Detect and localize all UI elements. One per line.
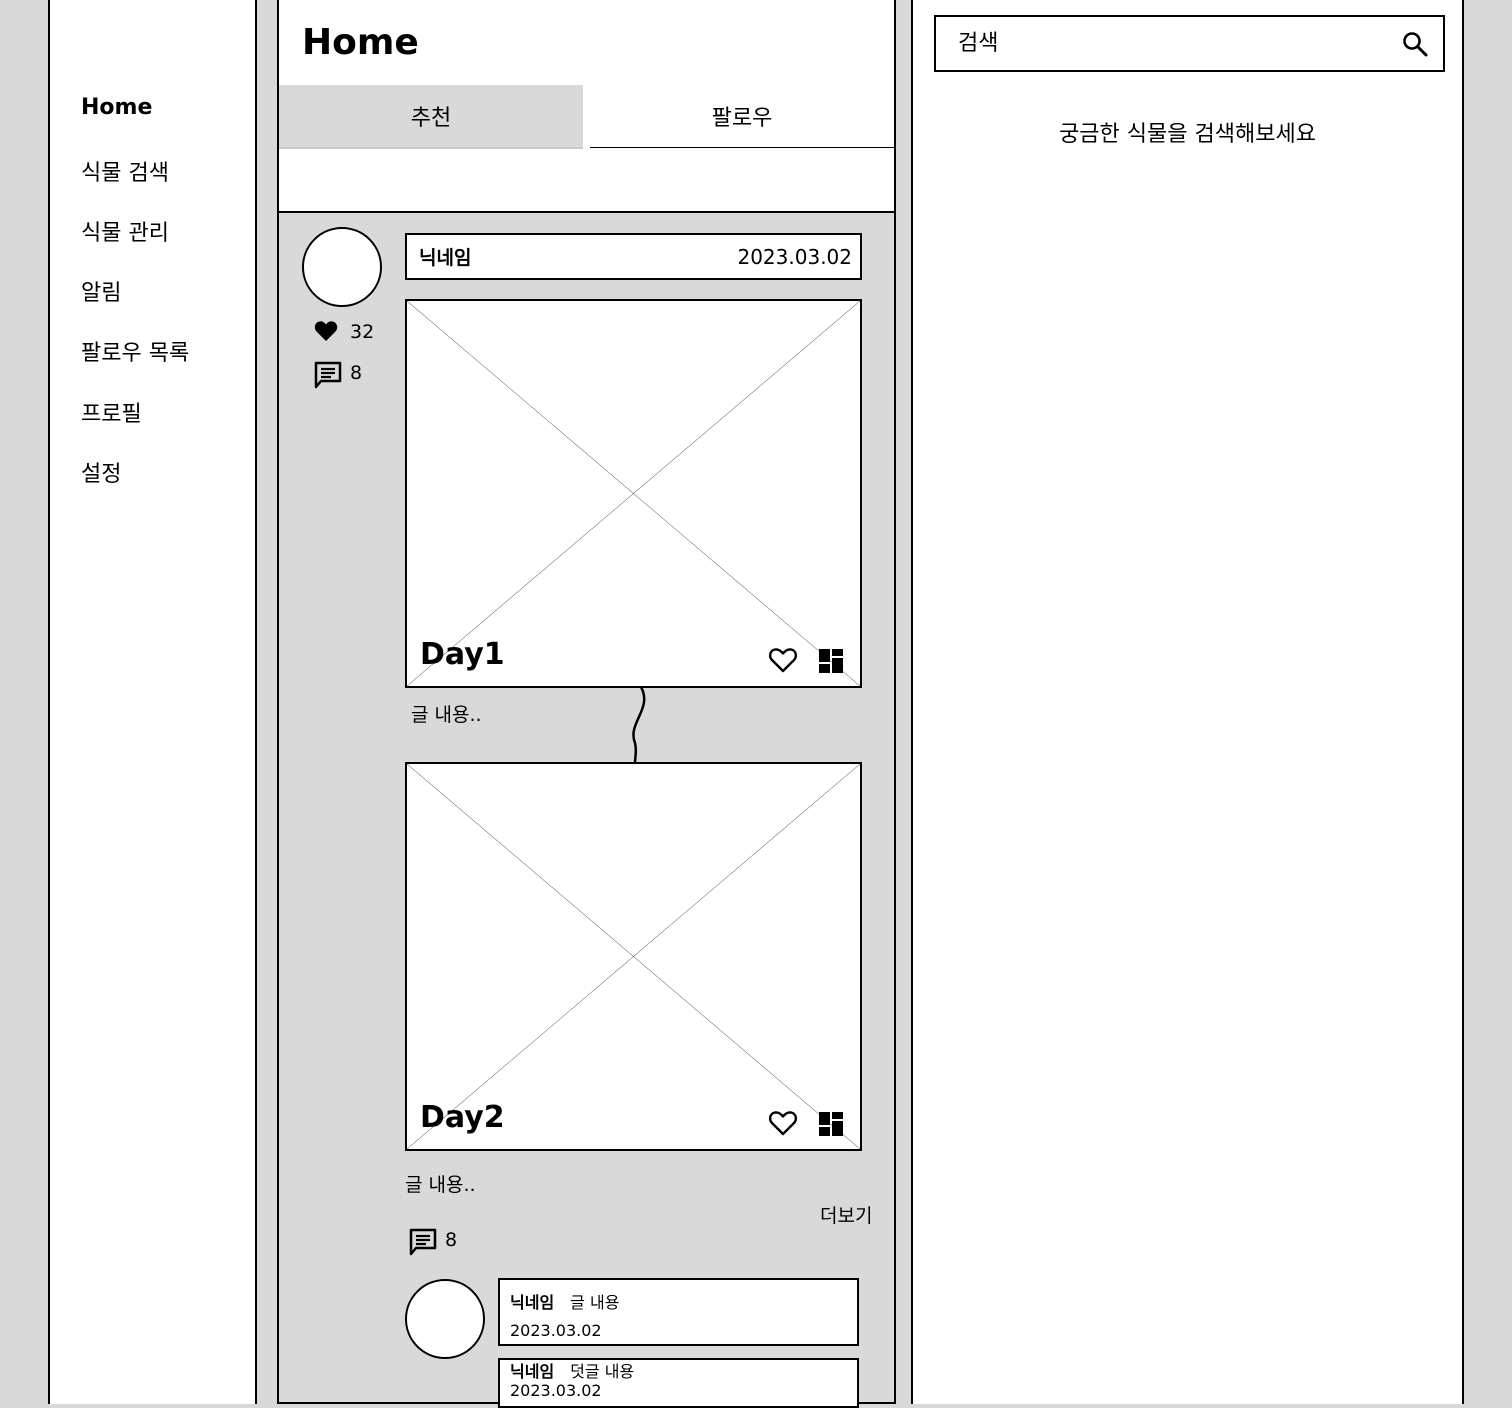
main-feed: Home 추천 팔로우 32 8 닉네임 2023.03.02 Day1 글 내… bbox=[277, 0, 896, 1408]
comment-icon[interactable] bbox=[314, 361, 342, 389]
page-title: Home bbox=[302, 22, 419, 63]
author-avatar[interactable] bbox=[302, 227, 382, 307]
nav-item-settings[interactable]: 설정 bbox=[81, 456, 121, 488]
post-content-day1: 글 내용.. bbox=[411, 704, 482, 726]
comment-text: 글 내용 bbox=[570, 1293, 620, 1312]
post-image-day2[interactable]: Day2 bbox=[405, 762, 862, 1151]
comment-icon[interactable] bbox=[409, 1228, 437, 1256]
heart-outline-icon[interactable] bbox=[768, 646, 798, 674]
post-header: 닉네임 2023.03.02 bbox=[405, 233, 862, 280]
more-link[interactable]: 더보기 bbox=[820, 1201, 872, 1228]
reply-text: 덧글 내용 bbox=[570, 1362, 635, 1381]
tab-follow[interactable]: 팔로우 bbox=[590, 85, 894, 148]
timeline-connector bbox=[632, 687, 646, 763]
post-image-day1[interactable]: Day1 bbox=[405, 299, 862, 688]
comment-nickname[interactable]: 닉네임 bbox=[510, 1293, 554, 1312]
right-sidebar: 궁금한 식물을 검색해보세요 bbox=[911, 0, 1464, 1404]
like-count: 32 bbox=[350, 321, 375, 343]
nav-item-plant-manage[interactable]: 식물 관리 bbox=[81, 215, 169, 247]
image-placeholder bbox=[407, 764, 860, 1149]
tab-recommend[interactable]: 추천 bbox=[279, 85, 583, 149]
heart-outline-icon[interactable] bbox=[768, 1109, 798, 1137]
dashboard-icon[interactable] bbox=[818, 648, 844, 674]
comment-count: 8 bbox=[350, 362, 363, 384]
day-label: Day1 bbox=[420, 637, 505, 672]
nav-item-home[interactable]: Home bbox=[81, 95, 152, 120]
heart-filled-icon[interactable] bbox=[314, 320, 338, 342]
nav-item-follow-list[interactable]: 팔로우 목록 bbox=[81, 335, 189, 367]
day-label: Day2 bbox=[420, 1100, 505, 1135]
reply-date: 2023.03.02 bbox=[510, 1381, 602, 1400]
commenter-avatar[interactable] bbox=[405, 1279, 485, 1359]
author-nickname[interactable]: 닉네임 bbox=[419, 243, 471, 270]
post-content-day2: 글 내용.. bbox=[405, 1174, 476, 1196]
nav-item-plant-search[interactable]: 식물 검색 bbox=[81, 155, 169, 187]
post-date: 2023.03.02 bbox=[737, 244, 852, 269]
reply-nickname[interactable]: 닉네임 bbox=[510, 1362, 554, 1381]
comment-date: 2023.03.02 bbox=[510, 1321, 602, 1340]
nav-item-notifications[interactable]: 알림 bbox=[81, 275, 121, 307]
nav-item-profile[interactable]: 프로필 bbox=[81, 396, 142, 428]
search-input[interactable] bbox=[936, 30, 1401, 57]
left-sidebar: Home 식물 검색 식물 관리 알림 팔로우 목록 프로필 설정 bbox=[48, 0, 257, 1404]
dashboard-icon[interactable] bbox=[818, 1111, 844, 1137]
search-icon[interactable] bbox=[1401, 30, 1429, 58]
search-hint: 궁금한 식물을 검색해보세요 bbox=[1059, 122, 1316, 147]
comment-count: 8 bbox=[445, 1229, 458, 1251]
search-bar bbox=[934, 15, 1445, 72]
comment: 닉네임 글 내용 2023.03.02 bbox=[498, 1278, 859, 1346]
image-placeholder bbox=[407, 301, 860, 686]
feed-header: Home 추천 팔로우 bbox=[279, 0, 894, 213]
